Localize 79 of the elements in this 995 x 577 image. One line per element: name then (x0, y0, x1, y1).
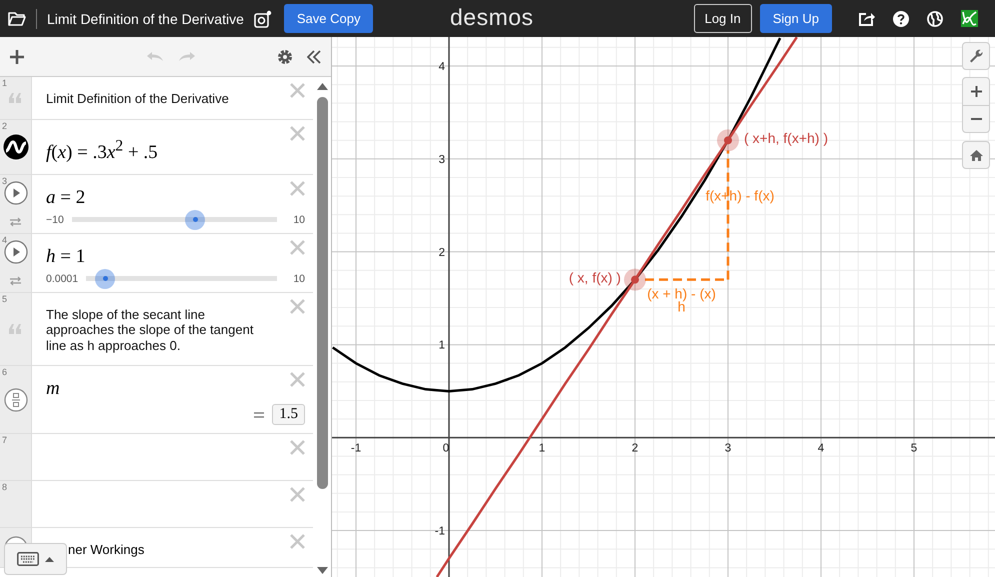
save-copy-button[interactable]: Save Copy (284, 4, 374, 33)
plus-icon (970, 86, 982, 97)
math-expression[interactable]: a = 2 (46, 186, 86, 208)
slider-min-label: 0.0001 (46, 272, 78, 284)
keyboard-button[interactable] (4, 543, 67, 575)
loop-icon[interactable] (9, 276, 22, 286)
slider-max-label: 10 (293, 214, 305, 226)
quote-icon (9, 324, 22, 334)
axis-tick-label: -1 (350, 442, 362, 455)
evaluation-value: 1.5 (272, 404, 305, 425)
graph-title[interactable]: Limit Definition of the Derivative (47, 10, 244, 26)
row-number: 4 (2, 234, 8, 244)
globe-icon[interactable] (927, 10, 943, 26)
log-in-button[interactable]: Log In (694, 4, 752, 33)
axis-tick-label: 3 (438, 154, 445, 166)
minus-icon (970, 118, 982, 120)
math-expression[interactable]: h = 1 (46, 246, 86, 266)
row-number: 7 (2, 435, 8, 445)
axis-tick-label: 5 (910, 442, 918, 455)
axis-tick-label: 2 (632, 442, 638, 455)
row-number: 8 (2, 482, 8, 492)
expression-row[interactable]: 4 h = 1 0.0001 10 (0, 234, 313, 292)
graph-settings-button[interactable] (962, 42, 990, 70)
folder-icon[interactable] (8, 12, 26, 26)
app-icon[interactable] (961, 10, 978, 27)
expression-row[interactable]: 7 (0, 434, 313, 481)
slider-thumb[interactable] (95, 268, 116, 288)
axis-tick-label: 4 (818, 442, 824, 455)
axis-tick-label: 2 (438, 246, 445, 259)
row-number: 1 (2, 78, 8, 88)
slider-thumb[interactable] (185, 210, 206, 230)
folder-title[interactable]: ner Workings (68, 542, 144, 557)
axis-tick-label: 4 (438, 61, 445, 73)
note-text: The slope of the secant line approaches the slope of the tangent line as h approaches 0. (45, 306, 254, 355)
settings-icon[interactable] (277, 48, 293, 64)
help-icon[interactable] (893, 10, 909, 26)
expression-row[interactable]: 5 The slope of the secant line approaches the slope of the tangent line as h approaches 0. (0, 292, 313, 366)
expression-row[interactable]: 6 m 1.5 (0, 366, 313, 434)
slider-max-label: 10 (293, 272, 305, 284)
row-number: 5 (2, 294, 8, 304)
sign-up-button[interactable]: Sign Up (760, 4, 832, 33)
note-text: Limit Definition of the Derivative (45, 90, 230, 108)
row-number: 6 (2, 367, 8, 377)
expression-row[interactable]: 3 a = 2 −10 10 (0, 174, 313, 234)
point-marker[interactable] (717, 129, 739, 152)
share-icon[interactable] (859, 11, 875, 26)
axis-tick-label: 3 (724, 442, 732, 455)
home-icon (970, 150, 982, 160)
caret-icon (45, 556, 54, 562)
fraction-icon[interactable] (4, 388, 28, 412)
expression-row[interactable]: 2 f(x) = .3x$^{2}$ + .5 (0, 120, 313, 174)
keyboard-icon (17, 552, 39, 566)
collapse-icon[interactable] (307, 50, 321, 64)
math-expression[interactable]: m (46, 378, 60, 399)
equals-icon (254, 412, 264, 418)
expression-row[interactable]: 1 Limit Definition of the Derivative (0, 77, 313, 120)
slider-min-label: −10 (46, 214, 64, 226)
row-number: 3 (2, 176, 8, 186)
scroll-up-icon[interactable] (316, 83, 328, 90)
wrench-icon (969, 49, 983, 63)
scroll-down-icon[interactable] (316, 567, 328, 574)
add-icon[interactable] (10, 50, 24, 64)
axis-tick-label: 1 (538, 442, 546, 455)
axis-tick-label: 1 (438, 340, 445, 352)
point-label: ( x, f(x) ) (568, 269, 621, 286)
point-label: ( x+h, f(x+h) ) (744, 130, 828, 146)
guide-label: f(x+h) - f(x) (706, 188, 774, 204)
quote-icon (9, 92, 22, 103)
axis-tick-label: -1 (434, 526, 445, 538)
loop-icon[interactable] (9, 216, 22, 226)
home-button[interactable] (962, 141, 990, 169)
expression-row[interactable]: 8 (0, 481, 313, 528)
scrollbar-thumb[interactable] (316, 97, 328, 489)
point-marker[interactable] (624, 268, 646, 291)
graph-style-icon[interactable] (2, 134, 28, 160)
logo: desmos (450, 4, 534, 31)
camera-icon[interactable] (254, 10, 272, 28)
math-expression[interactable]: f(x) = .3x$^{2}$ + .5 (46, 142, 158, 163)
row-number: 2 (2, 120, 8, 130)
